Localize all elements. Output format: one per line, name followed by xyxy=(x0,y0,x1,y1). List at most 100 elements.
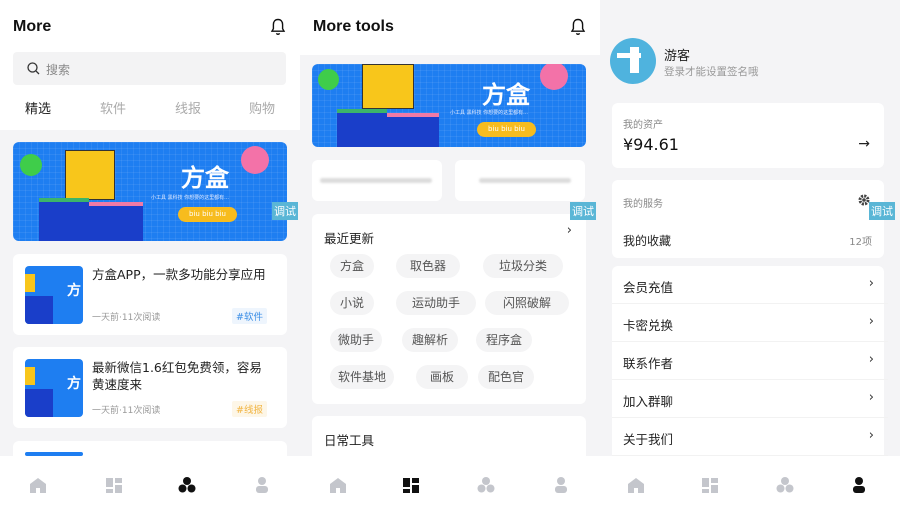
menu-item[interactable]: 卡密兑换 › xyxy=(612,304,888,342)
search-placeholder: 搜索 xyxy=(46,63,71,77)
menu-item[interactable]: 关于我们 › xyxy=(612,418,888,456)
profile-icon[interactable] xyxy=(551,476,571,494)
page-title: More xyxy=(13,18,52,35)
avatar[interactable] xyxy=(610,38,656,84)
menu-item[interactable]: 会员充值 › xyxy=(612,266,888,304)
tool-chip[interactable]: 垃圾分类 xyxy=(483,254,563,278)
bottom-tab-bar xyxy=(0,456,300,514)
bell-icon[interactable] xyxy=(270,18,286,36)
banner-button[interactable]: biu biu biu xyxy=(178,207,237,222)
assets-card[interactable]: 我的资产 ¥94.61 → xyxy=(612,103,884,168)
quick-card[interactable] xyxy=(312,160,442,201)
promo-banner[interactable]: 方盒 小工具 黑科技 你想要的这里都有... biu biu biu xyxy=(13,142,287,241)
article-tag[interactable]: #线报 xyxy=(232,401,267,417)
article-thumbnail: 方 xyxy=(25,359,83,417)
tools-icon[interactable] xyxy=(104,476,124,494)
decor-circle xyxy=(241,146,269,174)
header: More tools xyxy=(300,0,600,55)
menu-item[interactable]: 加入群聊 › xyxy=(612,380,888,418)
discover-icon[interactable] xyxy=(476,476,496,494)
chevron-right-icon: › xyxy=(868,428,874,443)
tool-chip[interactable]: 闪照破解 xyxy=(485,291,569,315)
banner-subtitle: 小工具 黑科技 你想要的这里都有... xyxy=(450,110,528,116)
debug-badge[interactable]: 调试 xyxy=(869,202,895,220)
debug-badge[interactable]: 调试 xyxy=(272,202,298,220)
tool-chip[interactable]: 趣解析 xyxy=(402,328,458,352)
profile-icon[interactable] xyxy=(849,476,869,494)
tools-icon[interactable] xyxy=(700,476,720,494)
article-meta: 一天前·11次阅读 xyxy=(92,406,161,416)
recent-updates-card: 最近更新 › 方盒 取色器 垃圾分类小说 运动助手 闪照破解微助手 趣解析 程序盒软件基地画… xyxy=(312,214,586,404)
illustration-block xyxy=(387,113,439,147)
article-thumbnail: 方 xyxy=(25,266,83,324)
page-title: More tools xyxy=(313,18,394,35)
assets-label: 我的资产 xyxy=(623,120,663,131)
tool-chip[interactable]: 配色官 xyxy=(478,365,534,389)
decor-circle xyxy=(20,154,42,176)
banner-brand: 方盒 xyxy=(482,81,530,109)
tool-chip[interactable]: 画板 xyxy=(416,365,468,389)
home-icon[interactable] xyxy=(28,476,48,494)
user-signature: 登录才能设置签名哦 xyxy=(664,66,759,78)
services-label: 我的服务 xyxy=(623,199,663,210)
article-title: 最新微信1.6红包免费领，容易黄速度来 xyxy=(92,360,262,392)
article-meta: 一天前·11次阅读 xyxy=(92,313,161,323)
menu-item-label: 联系作者 xyxy=(623,356,674,371)
assets-amount: ¥94.61 xyxy=(623,135,679,154)
tool-chip[interactable]: 取色器 xyxy=(396,254,460,278)
illustration-box xyxy=(65,150,115,200)
profile-icon[interactable] xyxy=(252,476,272,494)
tool-chip[interactable]: 方盒 xyxy=(330,254,374,278)
chevron-right-icon: › xyxy=(868,352,874,367)
profile-screen: 游客 登录才能设置签名哦 我的资产 ¥94.61 → 我的服务 我的收藏 12项… xyxy=(600,0,900,514)
banner-brand: 方盒 xyxy=(181,164,229,192)
quick-card[interactable] xyxy=(455,160,585,201)
section-title: 最近更新 xyxy=(324,231,375,246)
banner-button[interactable]: biu biu biu xyxy=(477,122,536,137)
tool-chip[interactable]: 微助手 xyxy=(330,328,382,352)
debug-badge[interactable]: 调试 xyxy=(570,202,596,220)
home-icon[interactable] xyxy=(626,476,646,494)
services-card: 我的服务 我的收藏 12项 xyxy=(612,180,884,258)
chevron-right-icon[interactable]: › xyxy=(567,223,572,238)
favorites-label[interactable]: 我的收藏 xyxy=(623,232,671,249)
category-tabs: 精选 软件 线报 购物 xyxy=(0,93,300,130)
tool-chip[interactable]: 软件基地 xyxy=(330,365,394,389)
section-title: 日常工具 xyxy=(324,433,375,448)
tools-icon[interactable] xyxy=(401,476,421,494)
decor-circle xyxy=(318,69,339,90)
tool-chip[interactable]: 小说 xyxy=(330,291,374,315)
illustration-block xyxy=(89,202,143,241)
decor-circle xyxy=(540,64,568,90)
article-card[interactable]: 方 最新微信1.6红包免费领，容易黄速度来 一天前·11次阅读 #线报 xyxy=(13,347,287,428)
search-input[interactable]: 搜索 xyxy=(13,52,286,85)
article-card[interactable]: 方 方盒APP，一款多功能分享应用 一天前·11次阅读 #软件 xyxy=(13,254,287,335)
home-icon[interactable] xyxy=(328,476,348,494)
chevron-right-icon: › xyxy=(868,314,874,329)
tab-featured[interactable]: 精选 xyxy=(25,98,51,117)
tool-chip[interactable]: 运动助手 xyxy=(396,291,476,315)
tool-chip[interactable]: 程序盒 xyxy=(476,328,532,352)
bottom-tab-bar xyxy=(600,456,900,514)
username: 游客 xyxy=(664,49,691,64)
discover-icon[interactable] xyxy=(177,476,197,494)
tab-shopping[interactable]: 购物 xyxy=(249,98,275,117)
tab-deals[interactable]: 线报 xyxy=(175,98,201,117)
search-icon xyxy=(27,62,40,75)
article-tag[interactable]: #软件 xyxy=(232,308,267,324)
illustration-box xyxy=(362,64,414,109)
menu-item[interactable]: 联系作者 › xyxy=(612,342,888,380)
menu-item-label: 会员充值 xyxy=(623,280,674,295)
discover-icon[interactable] xyxy=(775,476,795,494)
tab-software[interactable]: 软件 xyxy=(100,98,126,117)
promo-banner[interactable]: 方盒 小工具 黑科技 你想要的这里都有... biu biu biu xyxy=(312,64,586,147)
menu-item-label: 加入群聊 xyxy=(623,394,674,409)
tools-screen: More tools 方盒 小工具 黑科技 你想要的这里都有... biu bi… xyxy=(300,0,600,514)
bottom-tab-bar xyxy=(300,456,600,514)
menu-item-label: 卡密兑换 xyxy=(623,318,674,333)
arrow-right-icon[interactable]: → xyxy=(858,136,870,152)
chevron-right-icon: › xyxy=(868,276,874,291)
bell-icon[interactable] xyxy=(570,18,586,36)
article-title: 方盒APP，一款多功能分享应用 xyxy=(92,267,266,282)
favorites-count: 12项 xyxy=(849,237,872,248)
